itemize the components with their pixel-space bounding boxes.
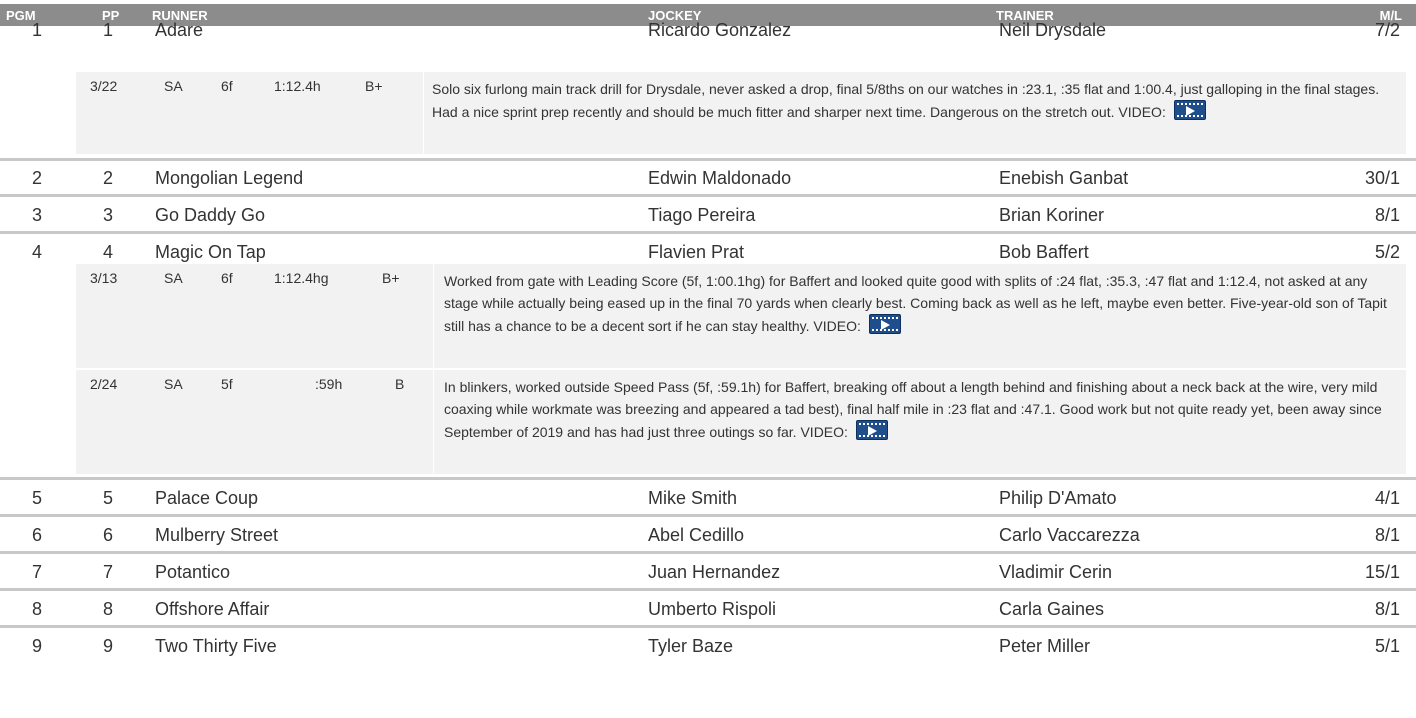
- trainer-name: Brian Koriner: [999, 205, 1105, 225]
- pgm-number: 4: [32, 242, 43, 262]
- pgm-number: 3: [32, 205, 43, 225]
- work-time: 1:12.4hg: [274, 270, 329, 286]
- runner-row[interactable]: 5 5 Palace Coup Mike Smith Philip D'Amat…: [0, 484, 1416, 512]
- workout-row: 2/24 SA 5f :59h B In blinkers, worked ou…: [76, 369, 1406, 474]
- work-grade: B+: [365, 78, 383, 94]
- jockey-name: Tyler Baze: [648, 636, 734, 656]
- morning-line-odds: 5/1: [1374, 636, 1400, 656]
- trainer-name: Bob Baffert: [999, 242, 1089, 262]
- trainer-name: Philip D'Amato: [999, 488, 1117, 508]
- work-distance: 6f: [221, 78, 233, 94]
- work-track: SA: [164, 270, 183, 286]
- runner-name: Two Thirty Five: [155, 636, 277, 656]
- row-divider: [0, 514, 1416, 517]
- work-date: 3/13: [90, 270, 118, 286]
- jockey-name: Ricardo Gonzalez: [648, 20, 792, 40]
- morning-line-odds: 4/1: [1374, 488, 1400, 508]
- trainer-name: Neil Drysdale: [999, 20, 1107, 40]
- work-date: 2/24: [90, 376, 118, 392]
- jockey-name: Flavien Prat: [648, 242, 745, 262]
- post-position: 5: [103, 488, 114, 508]
- morning-line-odds: 5/2: [1374, 242, 1400, 262]
- work-distance: 5f: [221, 376, 233, 392]
- runner-name: Palace Coup: [155, 488, 259, 508]
- post-position: 7: [103, 562, 114, 582]
- post-position: 8: [103, 599, 114, 619]
- morning-line-odds: 15/1: [1364, 562, 1400, 582]
- pgm-number: 8: [32, 599, 43, 619]
- jockey-name: Tiago Pereira: [648, 205, 756, 225]
- morning-line-odds: 8/1: [1374, 599, 1400, 619]
- runner-row[interactable]: 1 1 Adare Ricardo Gonzalez Neil Drysdale…: [0, 16, 1416, 44]
- post-position: 1: [103, 20, 114, 40]
- morning-line-odds: 30/1: [1364, 168, 1400, 188]
- jockey-name: Abel Cedillo: [648, 525, 745, 545]
- post-position: 9: [103, 636, 114, 656]
- pgm-number: 2: [32, 168, 43, 188]
- work-distance: 6f: [221, 270, 233, 286]
- trainer-name: Vladimir Cerin: [999, 562, 1113, 582]
- post-position: 6: [103, 525, 114, 545]
- runner-row[interactable]: 8 8 Offshore Affair Umberto Rispoli Carl…: [0, 595, 1416, 623]
- post-position: 2: [103, 168, 114, 188]
- jockey-name: Juan Hernandez: [648, 562, 781, 582]
- row-divider: [0, 194, 1416, 197]
- trainer-name: Carla Gaines: [999, 599, 1105, 619]
- jockey-name: Umberto Rispoli: [648, 599, 777, 619]
- work-track: SA: [164, 376, 183, 392]
- pgm-number: 6: [32, 525, 43, 545]
- video-play-icon[interactable]: [855, 420, 888, 440]
- row-divider: [0, 625, 1416, 628]
- runner-row[interactable]: 6 6 Mulberry Street Abel Cedillo Carlo V…: [0, 521, 1416, 549]
- row-divider: [0, 551, 1416, 554]
- runner-name: Mulberry Street: [155, 525, 279, 545]
- post-position: 4: [103, 242, 114, 262]
- work-comment: In blinkers, worked outside Speed Pass (…: [444, 376, 1396, 443]
- morning-line-odds: 8/1: [1374, 525, 1400, 545]
- morning-line-odds: 7/2: [1374, 20, 1400, 40]
- runner-name: Mongolian Legend: [155, 168, 304, 188]
- row-divider: [0, 477, 1416, 480]
- work-date: 3/22: [90, 78, 118, 94]
- pgm-number: 7: [32, 562, 43, 582]
- work-comment-text: Solo six furlong main track drill for Dr…: [432, 81, 1380, 120]
- video-play-icon[interactable]: [1173, 100, 1206, 120]
- work-time: 1:12.4h: [274, 78, 321, 94]
- work-grade: B: [395, 376, 405, 392]
- runner-name: Potantico: [155, 562, 231, 582]
- runner-row[interactable]: 7 7 Potantico Juan Hernandez Vladimir Ce…: [0, 558, 1416, 586]
- video-play-icon[interactable]: [868, 314, 901, 334]
- work-comment: Solo six furlong main track drill for Dr…: [432, 78, 1396, 123]
- workout-row: 3/22 SA 6f 1:12.4h B+ Solo six furlong m…: [76, 72, 1406, 154]
- work-grade: B+: [382, 270, 400, 286]
- jockey-name: Mike Smith: [648, 488, 738, 508]
- work-comment-text: In blinkers, worked outside Speed Pass (…: [444, 379, 1382, 440]
- workout-row: 3/13 SA 6f 1:12.4hg B+ Worked from gate …: [76, 264, 1406, 368]
- runner-row[interactable]: 9 9 Two Thirty Five Tyler Baze Peter Mil…: [0, 632, 1416, 660]
- row-divider: [0, 231, 1416, 234]
- runner-name: Magic On Tap: [155, 242, 266, 262]
- runner-row[interactable]: 2 2 Mongolian Legend Edwin Maldonado Ene…: [0, 164, 1416, 192]
- row-divider: [0, 158, 1416, 161]
- morning-line-odds: 8/1: [1374, 205, 1400, 225]
- pgm-number: 5: [32, 488, 43, 508]
- trainer-name: Carlo Vaccarezza: [999, 525, 1140, 545]
- work-time: :59h: [315, 376, 343, 392]
- runner-row[interactable]: 3 3 Go Daddy Go Tiago Pereira Brian Kori…: [0, 201, 1416, 229]
- runner-name: Adare: [155, 20, 204, 40]
- work-track: SA: [164, 78, 183, 94]
- runner-name: Go Daddy Go: [155, 205, 266, 225]
- post-position: 3: [103, 205, 114, 225]
- pgm-number: 9: [32, 636, 43, 656]
- jockey-name: Edwin Maldonado: [648, 168, 792, 188]
- row-divider: [0, 588, 1416, 591]
- runner-name: Offshore Affair: [155, 599, 270, 619]
- work-comment-text: Worked from gate with Leading Score (5f,…: [444, 273, 1387, 334]
- runner-row[interactable]: 4 4 Magic On Tap Flavien Prat Bob Baffer…: [0, 238, 1416, 266]
- trainer-name: Peter Miller: [999, 636, 1091, 656]
- work-comment: Worked from gate with Leading Score (5f,…: [444, 270, 1396, 337]
- trainer-name: Enebish Ganbat: [999, 168, 1129, 188]
- pgm-number: 1: [32, 20, 43, 40]
